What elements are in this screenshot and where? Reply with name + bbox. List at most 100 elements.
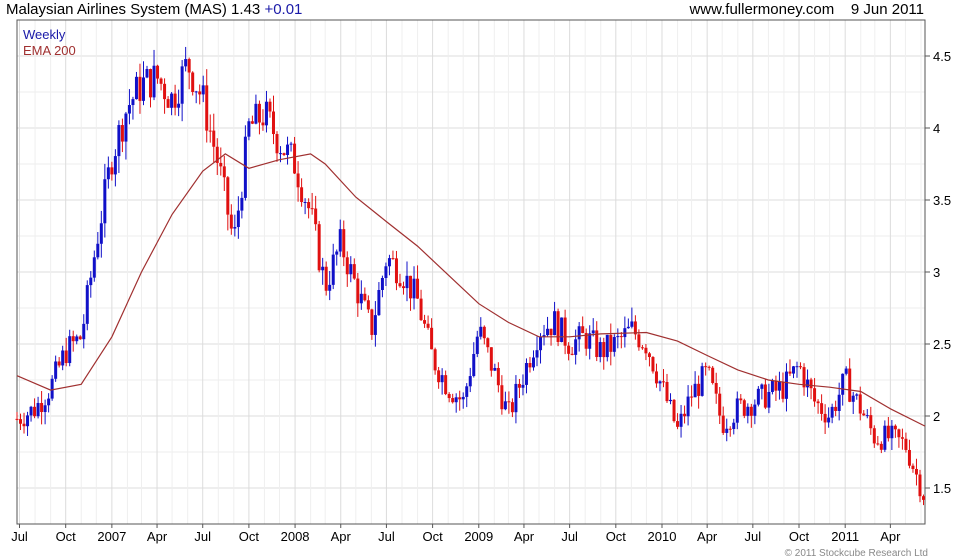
candle-body — [437, 370, 441, 383]
x-tick-label: Oct — [606, 529, 627, 544]
candle-body — [823, 413, 827, 423]
candle-body — [553, 311, 557, 336]
candle-body — [813, 388, 817, 402]
candle-body — [806, 379, 810, 388]
candle-body — [275, 134, 279, 154]
candle-body — [321, 266, 325, 271]
candle-body — [577, 326, 581, 340]
candle-body — [763, 384, 767, 408]
candle-body — [683, 413, 687, 417]
candles — [15, 46, 925, 506]
candle-body — [419, 298, 423, 321]
candle-body — [264, 101, 268, 126]
candle-body — [156, 65, 160, 79]
candle-body — [693, 383, 697, 398]
candle-body — [198, 91, 202, 95]
candle-body — [271, 111, 275, 135]
candle-body — [869, 415, 873, 429]
candle-body — [50, 378, 54, 399]
candle-body — [679, 413, 683, 427]
candle-body — [749, 406, 753, 416]
candle-body — [416, 278, 420, 299]
y-tick-label: 4 — [933, 121, 940, 136]
candle-body — [43, 405, 47, 413]
x-tick-label: Jul — [194, 529, 211, 544]
candle-body — [117, 125, 121, 157]
candle-body — [131, 99, 135, 106]
candle-body — [250, 121, 254, 124]
candle-body — [391, 258, 395, 260]
candle-body — [669, 399, 673, 402]
candle-body — [721, 415, 725, 433]
candle-body — [127, 105, 131, 114]
candle-body — [486, 338, 490, 348]
candle-body — [257, 103, 261, 123]
candle-body — [180, 66, 184, 104]
candle-body — [328, 284, 332, 291]
candle-body — [591, 330, 595, 334]
candle-body — [739, 398, 743, 401]
candle-body — [521, 384, 525, 388]
candle-body — [517, 383, 521, 388]
y-tick-label: 2 — [933, 409, 940, 424]
y-tick-label: 4.5 — [933, 49, 951, 64]
candle-body — [897, 429, 901, 438]
x-tick-label: 2008 — [281, 529, 310, 544]
candle-body — [503, 401, 507, 410]
candle-body — [461, 396, 465, 400]
candle-body — [619, 336, 623, 338]
candle-body — [454, 397, 458, 403]
y-tick-label: 3.5 — [933, 193, 951, 208]
candle-body — [377, 289, 381, 316]
candle-body — [644, 347, 648, 354]
candle-body — [570, 353, 574, 355]
candle-body — [725, 428, 729, 433]
candle-body — [447, 394, 451, 399]
candle-body — [106, 167, 110, 180]
candle-body — [707, 366, 711, 368]
candle-body — [799, 366, 803, 368]
candle-body — [795, 366, 799, 368]
x-axis: Jul Oct 2007 Apr Jul Oct 2008 Apr Jul Oct 2009 Apr J… — [11, 524, 901, 544]
candle-body — [514, 383, 518, 413]
candle-body — [510, 402, 514, 413]
candle-body — [335, 251, 339, 255]
candle-body — [380, 278, 384, 290]
candle-body — [560, 317, 564, 342]
candle-body — [661, 381, 665, 383]
candle-body — [830, 406, 834, 418]
candle-body — [753, 404, 757, 416]
candle-body — [222, 166, 226, 178]
candle-body — [194, 91, 198, 93]
candle-body — [187, 59, 191, 73]
candle-body — [159, 78, 163, 84]
legend: Weekly EMA 200 — [23, 27, 76, 59]
candle-body — [444, 375, 448, 395]
candle-body — [493, 367, 497, 371]
x-tick-label: Oct — [789, 529, 810, 544]
candle-body — [40, 402, 44, 413]
candle-body — [282, 153, 286, 155]
candle-body — [19, 419, 23, 424]
candle-body — [883, 425, 887, 450]
x-tick-label: Apr — [514, 529, 535, 544]
candle-body — [574, 339, 578, 355]
candle-body — [82, 323, 86, 340]
candle-body — [226, 177, 230, 215]
candle-body — [479, 326, 483, 337]
candle-body — [851, 395, 855, 402]
candle-body — [138, 76, 142, 101]
candle-body — [152, 65, 156, 98]
candle-body — [342, 229, 346, 258]
candle-body — [886, 425, 890, 439]
candle-body — [507, 401, 511, 403]
candle-body — [412, 278, 416, 299]
candle-body — [338, 229, 342, 252]
candle-body — [405, 275, 409, 289]
candle-body — [746, 406, 750, 416]
candle-body — [704, 366, 708, 368]
candle-body — [92, 257, 96, 278]
candle-body — [700, 366, 704, 396]
candle-body — [539, 336, 543, 351]
candle-body — [781, 381, 785, 399]
